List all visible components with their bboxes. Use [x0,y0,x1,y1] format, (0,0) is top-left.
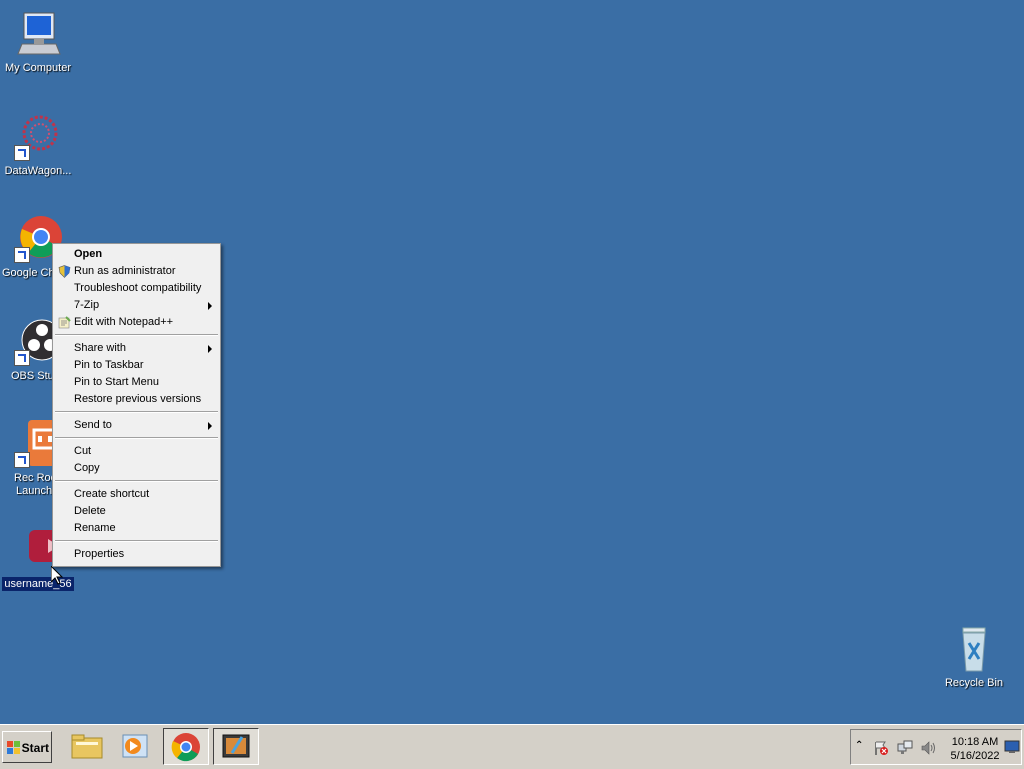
computer-icon [14,10,62,58]
taskbar-app-button[interactable] [213,728,259,765]
clock-date: 5/16/2022 [950,750,1000,762]
menu-item-edit-with-notepad[interactable]: Edit with Notepad++ [55,314,218,331]
desktop-icon-datawagon[interactable]: DataWagon... [0,113,76,178]
taskbar-chrome-button[interactable] [163,728,209,765]
taskbar: Start ⌃ 10:18 AM 5/16/2022 [0,724,1024,769]
uac-shield-icon [58,265,71,278]
menu-item-properties[interactable]: Properties [55,546,218,563]
shortcut-arrow-icon [14,247,30,263]
menu-item-troubleshoot-compatibility[interactable]: Troubleshoot compatibility [55,280,218,297]
menu-item-create-shortcut[interactable]: Create shortcut [55,486,218,503]
shortcut-arrow-icon [14,350,30,366]
shortcut-arrow-icon [14,452,30,468]
menu-item-rename[interactable]: Rename [55,520,218,537]
recycle-bin-icon [950,625,998,673]
menu-item-send-to[interactable]: Send to [55,417,218,434]
notepad-plus-plus-icon [58,316,71,329]
media-player-icon [122,734,148,758]
start-button[interactable]: Start [2,731,52,763]
volume-icon[interactable] [921,740,937,756]
windows-logo-icon [7,741,20,754]
menu-separator [55,480,218,482]
menu-item-share-with[interactable]: Share with [55,340,218,357]
network-icon[interactable] [897,740,913,756]
submenu-arrow-icon [208,422,212,430]
desktop-icon-my-computer[interactable]: My Computer [0,10,76,75]
menu-item-copy[interactable]: Copy [55,460,218,477]
menu-item-delete[interactable]: Delete [55,503,218,520]
menu-item-7-zip[interactable]: 7-Zip [55,297,218,314]
submenu-arrow-icon [208,302,212,310]
menu-item-restore-previous-versions[interactable]: Restore previous versions [55,391,218,408]
menu-item-open[interactable]: Open [55,246,218,263]
action-center-flag-icon[interactable] [873,740,889,756]
taskbar-media-player-button[interactable] [113,728,159,765]
app-window-icon [222,734,250,758]
menu-item-cut[interactable]: Cut [55,443,218,460]
shortcut-arrow-icon [14,145,30,161]
datawagon-icon [14,113,62,161]
submenu-arrow-icon [208,345,212,353]
desktop-icon-label: DataWagon... [4,165,72,177]
show-hidden-icons-chevron-icon[interactable]: ⌃ [855,740,863,751]
menu-item-run-as-administrator[interactable]: Run as administrator [55,263,218,280]
desktop-icon-label: Recycle Bin [944,677,1004,689]
context-menu: Open Run as administrator Troubleshoot c… [52,243,221,567]
show-desktop-icon[interactable] [1004,740,1020,754]
desktop-icon-label: My Computer [4,62,72,74]
desktop-icon-recycle-bin[interactable]: Recycle Bin [936,625,1012,690]
menu-separator [55,334,218,336]
clock[interactable]: 10:18 AM 5/16/2022 [947,735,1003,763]
menu-separator [55,411,218,413]
menu-item-pin-to-start-menu[interactable]: Pin to Start Menu [55,374,218,391]
menu-item-pin-to-taskbar[interactable]: Pin to Taskbar [55,357,218,374]
taskbar-explorer-button[interactable] [64,728,110,765]
folder-icon [71,734,103,759]
menu-separator [55,540,218,542]
chrome-icon [171,733,200,762]
clock-time: 10:18 AM [951,736,999,748]
system-tray: ⌃ 10:18 AM 5/16/2022 [850,729,1022,765]
menu-separator [55,437,218,439]
mouse-cursor-icon [51,566,63,585]
